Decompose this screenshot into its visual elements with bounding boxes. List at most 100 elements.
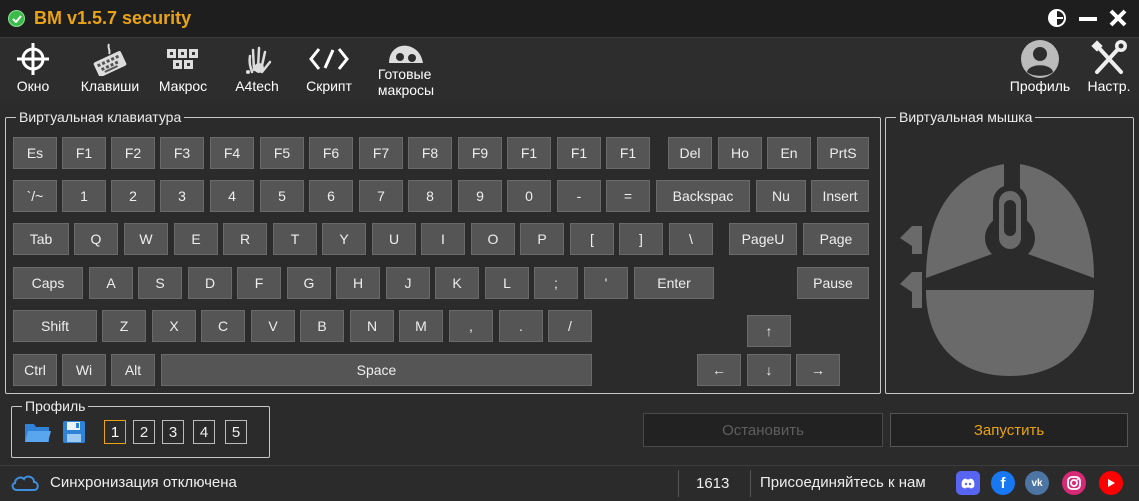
key-r[interactable]: R xyxy=(223,223,267,255)
key-b[interactable]: B xyxy=(300,310,344,342)
save-icon[interactable] xyxy=(62,420,86,444)
toolbar-a4tech-button[interactable]: A4tech xyxy=(230,40,284,100)
close-icon[interactable] xyxy=(1106,6,1130,30)
key-bracket-right[interactable]: ] xyxy=(619,223,663,255)
key-f1[interactable]: F1 xyxy=(62,137,106,169)
key-8[interactable]: 8 xyxy=(408,180,452,212)
key-f8[interactable]: F8 xyxy=(408,137,452,169)
toolbar-keys-button[interactable]: Клавиши xyxy=(74,40,146,100)
key-l[interactable]: L xyxy=(485,267,529,299)
instagram-icon[interactable] xyxy=(1062,471,1086,495)
key-f9[interactable]: F9 xyxy=(458,137,502,169)
toolbar-script-button[interactable]: Скрипт xyxy=(298,40,360,100)
key-0[interactable]: 0 xyxy=(507,180,551,212)
key-2[interactable]: 2 xyxy=(111,180,155,212)
key-t[interactable]: T xyxy=(273,223,317,255)
vk-icon[interactable]: vk xyxy=(1025,471,1049,495)
toolbar-window-button[interactable]: Окно xyxy=(10,40,56,100)
key-esc[interactable]: Es xyxy=(13,137,57,169)
key-w[interactable]: W xyxy=(124,223,168,255)
profile-number-5[interactable]: 5 xyxy=(225,420,247,444)
key-backspace[interactable]: Backspac xyxy=(656,180,750,212)
key-pageup[interactable]: PageU xyxy=(729,223,797,255)
key-k[interactable]: K xyxy=(435,267,479,299)
key-home[interactable]: Ho xyxy=(718,137,762,169)
key-f12[interactable]: F1 xyxy=(606,137,650,169)
profile-number-2[interactable]: 2 xyxy=(133,420,155,444)
key-m[interactable]: M xyxy=(399,310,443,342)
key-caps[interactable]: Caps xyxy=(13,267,83,299)
key-4[interactable]: 4 xyxy=(210,180,254,212)
folder-icon[interactable] xyxy=(24,420,52,444)
key-f[interactable]: F xyxy=(237,267,281,299)
key-arrow-down[interactable]: ↓ xyxy=(747,354,791,386)
stop-button[interactable]: Остановить xyxy=(643,413,883,447)
theme-toggle-icon[interactable] xyxy=(1045,6,1069,30)
key-y[interactable]: Y xyxy=(322,223,366,255)
key-semicolon[interactable]: ; xyxy=(534,267,578,299)
key-z[interactable]: Z xyxy=(102,310,146,342)
key-space[interactable]: Space xyxy=(161,354,592,386)
key-p[interactable]: P xyxy=(520,223,564,255)
key-minus[interactable]: - xyxy=(557,180,601,212)
key-h[interactable]: H xyxy=(336,267,380,299)
key-7[interactable]: 7 xyxy=(359,180,403,212)
key-del[interactable]: Del xyxy=(668,137,712,169)
key-quote[interactable]: ' xyxy=(584,267,628,299)
key-n[interactable]: N xyxy=(350,310,394,342)
mouse-diagram[interactable] xyxy=(896,150,1122,386)
key-pause[interactable]: Pause xyxy=(797,267,869,299)
key-5[interactable]: 5 xyxy=(260,180,304,212)
key-shift[interactable]: Shift xyxy=(13,310,97,342)
key-arrow-right[interactable]: → xyxy=(796,354,840,386)
toolbar-macro-button[interactable]: Макрос xyxy=(152,40,214,100)
key-g[interactable]: G xyxy=(287,267,331,299)
key-backslash[interactable]: \ xyxy=(669,223,713,255)
key-win[interactable]: Wi xyxy=(62,354,106,386)
key-insert[interactable]: Insert xyxy=(811,180,869,212)
key-arrow-left[interactable]: ← xyxy=(697,354,741,386)
key-d[interactable]: D xyxy=(188,267,232,299)
key-j[interactable]: J xyxy=(386,267,430,299)
key-f11[interactable]: F1 xyxy=(557,137,601,169)
profile-number-1[interactable]: 1 xyxy=(104,420,126,444)
key-enter[interactable]: Enter xyxy=(634,267,714,299)
key-e[interactable]: E xyxy=(174,223,218,255)
toolbar-settings-button[interactable]: Настр. xyxy=(1082,40,1136,100)
key-a[interactable]: A xyxy=(89,267,133,299)
key-prtsc[interactable]: PrtS xyxy=(817,137,869,169)
key-f2[interactable]: F2 xyxy=(111,137,155,169)
toolbar-profile-button[interactable]: Профиль xyxy=(1005,40,1075,100)
key-end[interactable]: En xyxy=(767,137,811,169)
key-f7[interactable]: F7 xyxy=(359,137,403,169)
start-button[interactable]: Запустить xyxy=(890,413,1128,447)
key-i[interactable]: I xyxy=(421,223,465,255)
key-3[interactable]: 3 xyxy=(160,180,204,212)
key-x[interactable]: X xyxy=(152,310,196,342)
minimize-icon[interactable] xyxy=(1076,6,1100,30)
key-equals[interactable]: = xyxy=(606,180,650,212)
key-period[interactable]: . xyxy=(499,310,543,342)
key-arrow-up[interactable]: ↑ xyxy=(747,315,791,347)
key-f6[interactable]: F6 xyxy=(309,137,353,169)
key-slash[interactable]: / xyxy=(548,310,592,342)
key-f4[interactable]: F4 xyxy=(210,137,254,169)
key-v[interactable]: V xyxy=(251,310,295,342)
key-f3[interactable]: F3 xyxy=(160,137,204,169)
key-bracket-left[interactable]: [ xyxy=(570,223,614,255)
key-1[interactable]: 1 xyxy=(62,180,106,212)
key-numlock[interactable]: Nu xyxy=(756,180,806,212)
discord-icon[interactable] xyxy=(956,471,980,495)
key-pagedown[interactable]: Page xyxy=(803,223,869,255)
key-comma[interactable]: , xyxy=(449,310,493,342)
profile-number-3[interactable]: 3 xyxy=(162,420,184,444)
key-q[interactable]: Q xyxy=(74,223,118,255)
toolbar-ready-macros-button[interactable]: Готовые макросы xyxy=(370,40,442,100)
key-s[interactable]: S xyxy=(138,267,182,299)
key-9[interactable]: 9 xyxy=(458,180,502,212)
youtube-icon[interactable] xyxy=(1099,471,1123,495)
key-f5[interactable]: F5 xyxy=(260,137,304,169)
key-alt[interactable]: Alt xyxy=(111,354,155,386)
key-c[interactable]: C xyxy=(201,310,245,342)
key-f10[interactable]: F1 xyxy=(507,137,551,169)
